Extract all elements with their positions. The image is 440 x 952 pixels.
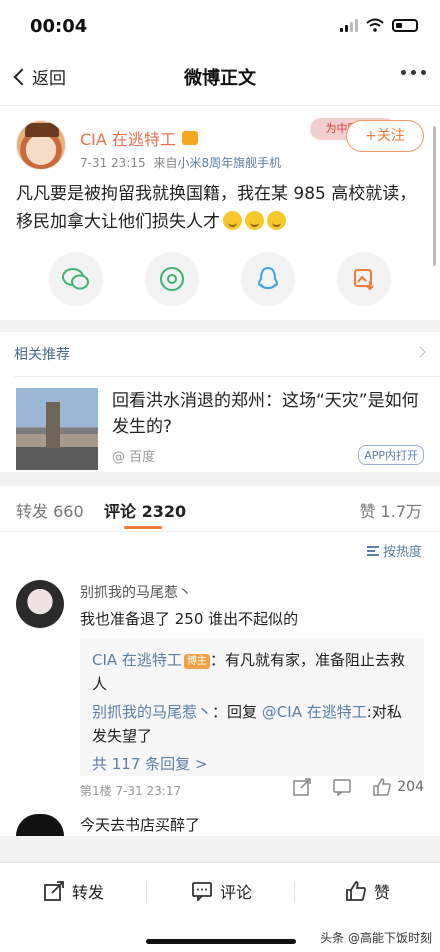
commenter-avatar[interactable] <box>16 814 64 836</box>
tab-like[interactable]: 赞 1.7万 <box>359 498 422 522</box>
recommend-title: 相关推荐 <box>14 347 70 363</box>
status-bar: 00:04 <box>0 0 440 50</box>
moments-share-button[interactable] <box>145 252 199 306</box>
open-in-app-button[interactable]: APP内打开 <box>358 445 424 465</box>
post-meta: 7-31 23:15 来自小米8周年旗舰手机 <box>80 154 281 171</box>
owner-tag: 博主 <box>183 654 210 669</box>
dot-icon <box>411 70 416 75</box>
share-icon[interactable] <box>293 778 312 796</box>
reply-author[interactable]: CIA 在逃特工 <box>92 651 182 669</box>
repost-icon <box>44 881 64 901</box>
comment-item: 今天去书店买醉了 <box>0 806 440 836</box>
dot-icon <box>401 70 406 75</box>
follow-button[interactable]: +关注 <box>346 120 424 152</box>
sort-label: 按热度 <box>382 545 422 560</box>
active-tab-indicator <box>124 526 162 529</box>
moments-icon <box>160 267 184 291</box>
smile-emoji-icon <box>223 211 242 230</box>
tab-comment-count: 2320 <box>141 502 187 521</box>
commenter-avatar[interactable] <box>16 580 64 628</box>
recommend-headline[interactable]: 回看洪水消退的郑州：这场“天灾”是如何发生的? <box>112 388 424 440</box>
status-icons <box>340 18 418 32</box>
comment-actions: 204 <box>293 778 424 796</box>
scrollbar[interactable] <box>433 126 436 266</box>
comment-meta: 第1楼 7-31 23:17 <box>80 782 181 799</box>
tab-repost-count: 660 <box>53 502 84 521</box>
sort-by-hot-button[interactable]: 按热度 <box>366 541 422 560</box>
reply-thread[interactable]: CIA 在逃特工 博主 ：有凡就有家，准备阻止去救人 别抓我的马尾惹丶：回复 @CI… <box>80 638 424 776</box>
home-indicator[interactable] <box>146 939 296 944</box>
tab-comment-label: 评论 <box>104 502 137 521</box>
comment-like-count: 204 <box>397 779 424 795</box>
nav-bar: 返回 微博正文 <box>0 50 440 106</box>
reply-item: 别抓我的马尾惹丶：回复 @CIA 在逃特工:对私发失望了 <box>92 700 412 748</box>
comment-date: 7-31 23:17 <box>115 784 182 798</box>
reply-mention[interactable]: @CIA 在逃特工 <box>262 703 367 721</box>
comment-label: 评论 <box>220 883 253 902</box>
author-name: CIA 在逃特工 <box>80 130 176 149</box>
reply-author[interactable]: 别抓我的马尾惹丶 <box>92 703 212 721</box>
commenter-name[interactable]: 别抓我的马尾惹丶 <box>80 582 192 602</box>
smile-emoji-icon <box>267 211 286 230</box>
comment-text: 我也准备退了 250 谁出不起似的 <box>80 610 299 628</box>
qq-icon <box>258 266 278 289</box>
post-card: CIA 在逃特工 7-31 23:15 来自小米8周年旗舰手机 为中国加油 +关… <box>0 106 440 320</box>
wifi-icon <box>366 18 384 32</box>
author-avatar[interactable] <box>16 120 66 170</box>
bottom-action-bar: 转发 评论 赞 头条 @高能下饭时刻 <box>0 862 440 952</box>
status-time: 00:04 <box>30 16 88 37</box>
comment-button[interactable]: 评论 <box>192 879 252 903</box>
tab-repost[interactable]: 转发 660 <box>16 498 84 522</box>
page-title: 微博正文 <box>184 68 256 89</box>
repost-label: 转发 <box>72 883 105 902</box>
interaction-tabs: 转发 660 评论 2320 赞 1.7万 <box>0 486 440 532</box>
sort-bar: 按热度 <box>0 532 440 568</box>
sort-icon <box>366 545 379 556</box>
save-image-button[interactable] <box>337 252 391 306</box>
divider <box>14 376 440 377</box>
thumbs-up-icon <box>346 881 366 901</box>
dot-icon <box>421 70 426 75</box>
divider <box>146 881 147 903</box>
wechat-share-button[interactable] <box>49 252 103 306</box>
share-row <box>0 252 440 306</box>
image-download-icon <box>354 269 374 291</box>
recommend-source: @ 百度 <box>112 450 156 465</box>
comment-floor: 第1楼 <box>80 784 112 798</box>
crown-icon <box>181 131 198 145</box>
signal-icon <box>340 18 358 32</box>
qq-share-button[interactable] <box>241 252 295 306</box>
comment-icon[interactable] <box>333 778 352 796</box>
post-text: 凡凡要是被拘留我就换国籍，我在某 985 高校就读，移民加拿大让他们损失人才 <box>16 180 424 236</box>
reply-mid: ：回复 <box>212 703 262 721</box>
like-label: 赞 <box>374 883 391 902</box>
repost-button[interactable]: 转发 <box>44 879 104 903</box>
comment-item: 别抓我的马尾惹丶 我也准备退了 250 谁出不起似的 CIA 在逃特工 博主 ：有凡… <box>0 568 440 806</box>
more-button[interactable] <box>401 70 426 75</box>
tab-like-label: 赞 <box>359 502 376 521</box>
tab-repost-label: 转发 <box>16 502 49 521</box>
like-button[interactable]: 赞 <box>346 879 390 903</box>
tab-comment[interactable]: 评论 2320 <box>104 498 186 522</box>
recommend-thumbnail[interactable] <box>16 388 98 470</box>
post-source[interactable]: 小米8周年旗舰手机 <box>177 156 281 170</box>
comment-icon <box>192 882 212 901</box>
source-prefix: 来自 <box>153 156 178 170</box>
post-body: 凡凡要是被拘留我就换国籍，我在某 985 高校就读，移民加拿大让他们损失人才 <box>16 184 417 232</box>
smile-emoji-icon <box>245 211 264 230</box>
post-date: 7-31 23:15 <box>80 156 146 170</box>
more-replies-link[interactable]: 共 117 条回复 > <box>92 752 412 776</box>
divider <box>294 881 295 903</box>
comment-like-button[interactable]: 204 <box>373 778 424 796</box>
reply-item: CIA 在逃特工 博主 ：有凡就有家，准备阻止去救人 <box>92 648 412 696</box>
battery-icon <box>392 18 418 32</box>
watermark: 头条 @高能下饭时刻 <box>320 931 432 945</box>
author-name-row[interactable]: CIA 在逃特工 <box>80 126 198 150</box>
related-recommend: 相关推荐 回看洪水消退的郑州：这场“天灾”是如何发生的? @ 百度 APP内打开 <box>0 332 440 472</box>
comment-text: 今天去书店买醉了 <box>80 816 201 834</box>
wechat-icon <box>62 268 89 290</box>
tab-like-count: 1.7万 <box>380 502 422 521</box>
thumbs-up-icon <box>373 778 392 796</box>
chevron-right-icon[interactable] <box>414 346 426 358</box>
